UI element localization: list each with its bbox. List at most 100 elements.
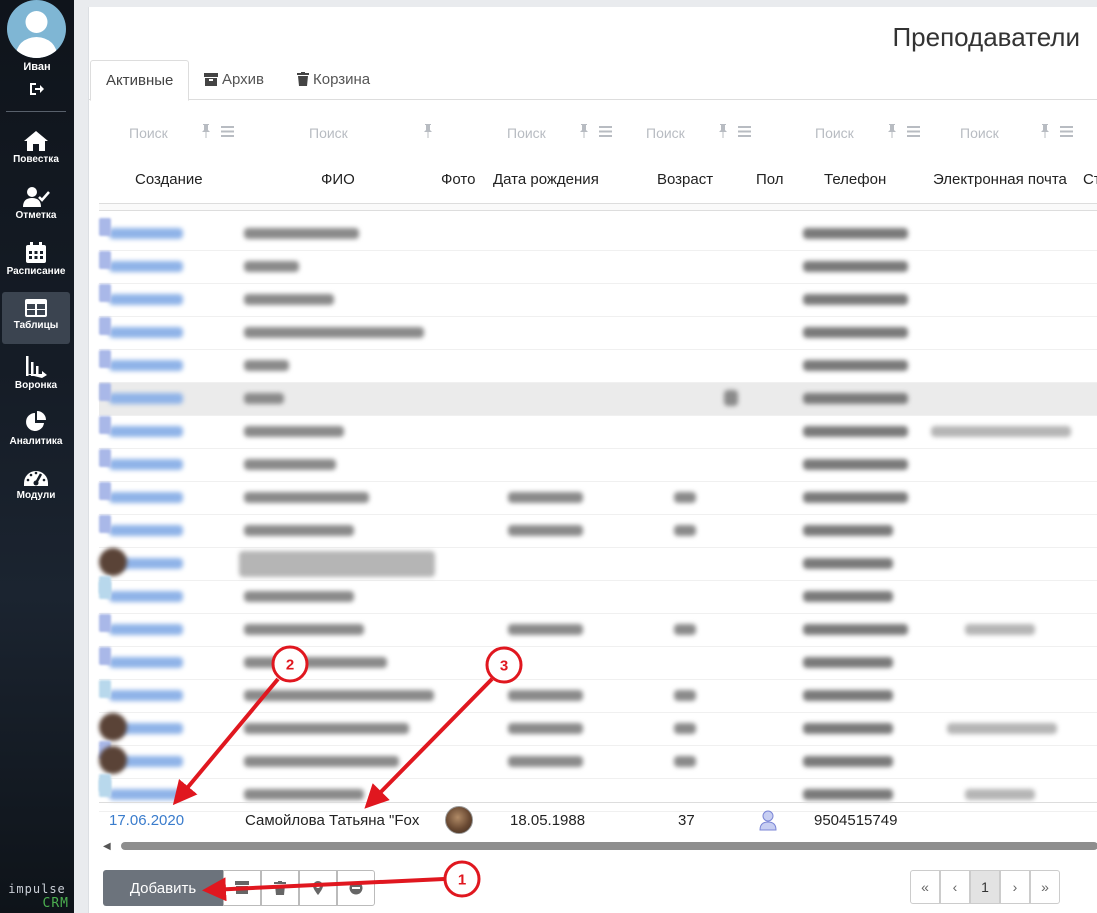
- pagination-page[interactable]: 1: [970, 870, 1000, 904]
- table-row[interactable]: [99, 416, 1097, 449]
- redacted-date[interactable]: [109, 591, 183, 602]
- logout-button[interactable]: [0, 82, 74, 101]
- filter-name[interactable]: Поиск: [309, 120, 439, 146]
- column-header-photo[interactable]: Фото: [441, 171, 475, 188]
- nav-item-schedule[interactable]: Расписание: [2, 236, 70, 288]
- table-row[interactable]: [99, 284, 1097, 317]
- table-row[interactable]: [99, 482, 1097, 515]
- filter-age[interactable]: Поиск: [646, 120, 756, 146]
- table-row[interactable]: [99, 251, 1097, 284]
- search-input[interactable]: Поиск: [129, 125, 168, 141]
- nav-item-tables[interactable]: Таблицы: [2, 292, 70, 344]
- archive-button[interactable]: [223, 870, 261, 906]
- pin-icon[interactable]: [201, 124, 211, 138]
- menu-icon[interactable]: [599, 126, 612, 137]
- redacted-date[interactable]: [109, 327, 183, 338]
- nav-label: Воронка: [14, 380, 58, 391]
- menu-icon[interactable]: [221, 126, 234, 137]
- search-input[interactable]: Поиск: [309, 125, 348, 141]
- search-input[interactable]: Поиск: [960, 125, 999, 141]
- search-input[interactable]: Поиск: [646, 125, 685, 141]
- table-row[interactable]: [99, 317, 1097, 350]
- scroll-left-icon[interactable]: ◀: [103, 841, 111, 852]
- table-row[interactable]: [99, 449, 1097, 482]
- teacher-name[interactable]: Самойлова Татьяна "Fox: [245, 812, 419, 829]
- redacted-birth-date: [508, 492, 583, 503]
- search-input[interactable]: Поиск: [815, 125, 854, 141]
- redacted-date[interactable]: [109, 657, 183, 668]
- nav-item-modules[interactable]: Модули: [2, 460, 70, 512]
- tab-archive[interactable]: Архив: [189, 60, 279, 100]
- table-row[interactable]: [99, 680, 1097, 713]
- filter-phone[interactable]: Поиск: [815, 120, 925, 146]
- avatar[interactable]: [7, 0, 66, 58]
- nav-item-funnel[interactable]: Воронка: [2, 348, 70, 400]
- column-header-name[interactable]: ФИО: [321, 171, 355, 188]
- nav-item-attendance[interactable]: Отметка: [2, 180, 70, 232]
- table-row[interactable]: [99, 548, 1097, 594]
- column-header-phone[interactable]: Телефон: [824, 171, 886, 188]
- tab-trash[interactable]: Корзина: [282, 60, 385, 100]
- filter-email[interactable]: Поиск: [960, 120, 1080, 146]
- filter-birth-date[interactable]: Поиск: [507, 120, 617, 146]
- redacted-date[interactable]: [109, 690, 183, 701]
- pin-icon[interactable]: [718, 124, 728, 138]
- column-header-created[interactable]: Создание: [135, 171, 203, 188]
- redacted-phone: [803, 360, 908, 371]
- nav-item-agenda[interactable]: Повестка: [2, 124, 70, 176]
- delete-button[interactable]: [261, 870, 299, 906]
- filter-created[interactable]: Поиск: [129, 120, 239, 146]
- tab-active[interactable]: Активные: [90, 60, 190, 101]
- created-date-link[interactable]: 17.06.2020: [109, 812, 184, 829]
- redacted-date[interactable]: [109, 261, 183, 272]
- table-icon: [25, 299, 47, 317]
- table-row[interactable]: [99, 746, 1097, 792]
- menu-icon[interactable]: [907, 126, 920, 137]
- column-header-status[interactable]: Ст: [1083, 171, 1097, 188]
- pagination-first[interactable]: «: [910, 870, 940, 904]
- table-row[interactable]: [99, 614, 1097, 647]
- user-check-icon: [23, 187, 50, 207]
- redacted-date[interactable]: [109, 459, 183, 470]
- search-input[interactable]: Поиск: [507, 125, 546, 141]
- column-header-age[interactable]: Возраст: [657, 171, 713, 188]
- redacted-date[interactable]: [109, 624, 183, 635]
- table-row[interactable]: [99, 647, 1097, 680]
- pin-icon[interactable]: [887, 124, 897, 138]
- redacted-date[interactable]: [109, 492, 183, 503]
- column-header-birth-date[interactable]: Дата рождения: [493, 171, 599, 188]
- table-row[interactable]: [99, 581, 1097, 614]
- horizontal-scrollbar[interactable]: ◀: [103, 840, 1097, 852]
- redacted-age: [674, 756, 696, 767]
- menu-icon[interactable]: [738, 126, 751, 137]
- pin-icon[interactable]: [579, 124, 589, 138]
- teacher-photo[interactable]: [445, 806, 473, 834]
- table-row[interactable]: [99, 350, 1097, 383]
- pagination-last[interactable]: »: [1030, 870, 1060, 904]
- menu-icon[interactable]: [1060, 126, 1073, 137]
- pin-icon[interactable]: [1040, 124, 1050, 138]
- redacted-date[interactable]: [109, 426, 183, 437]
- table-row[interactable]: [99, 383, 1097, 416]
- add-button[interactable]: Добавить: [103, 870, 223, 906]
- more-button[interactable]: [337, 870, 375, 906]
- redacted-date[interactable]: [109, 294, 183, 305]
- redacted-date[interactable]: [109, 360, 183, 371]
- redacted-date[interactable]: [109, 789, 183, 800]
- column-header-gender[interactable]: Пол: [756, 171, 784, 188]
- table-row[interactable]: [99, 218, 1097, 251]
- redacted-date[interactable]: [109, 525, 183, 536]
- pagination-next[interactable]: ›: [1000, 870, 1030, 904]
- column-header-email[interactable]: Электронная почта: [933, 171, 1067, 188]
- table-row-last[interactable]: 17.06.2020 Самойлова Татьяна "Fox 18.05.…: [99, 802, 1097, 837]
- table-row[interactable]: [99, 713, 1097, 759]
- redacted-date[interactable]: [109, 393, 183, 404]
- pin-icon[interactable]: [423, 124, 433, 138]
- redacted-date[interactable]: [109, 228, 183, 239]
- gender-icon: [99, 614, 111, 632]
- scrollbar-thumb[interactable]: [121, 842, 1097, 850]
- nav-item-analytics[interactable]: Аналитика: [2, 404, 70, 456]
- table-row[interactable]: [99, 515, 1097, 548]
- pagination-prev[interactable]: ‹: [940, 870, 970, 904]
- location-button[interactable]: [299, 870, 337, 906]
